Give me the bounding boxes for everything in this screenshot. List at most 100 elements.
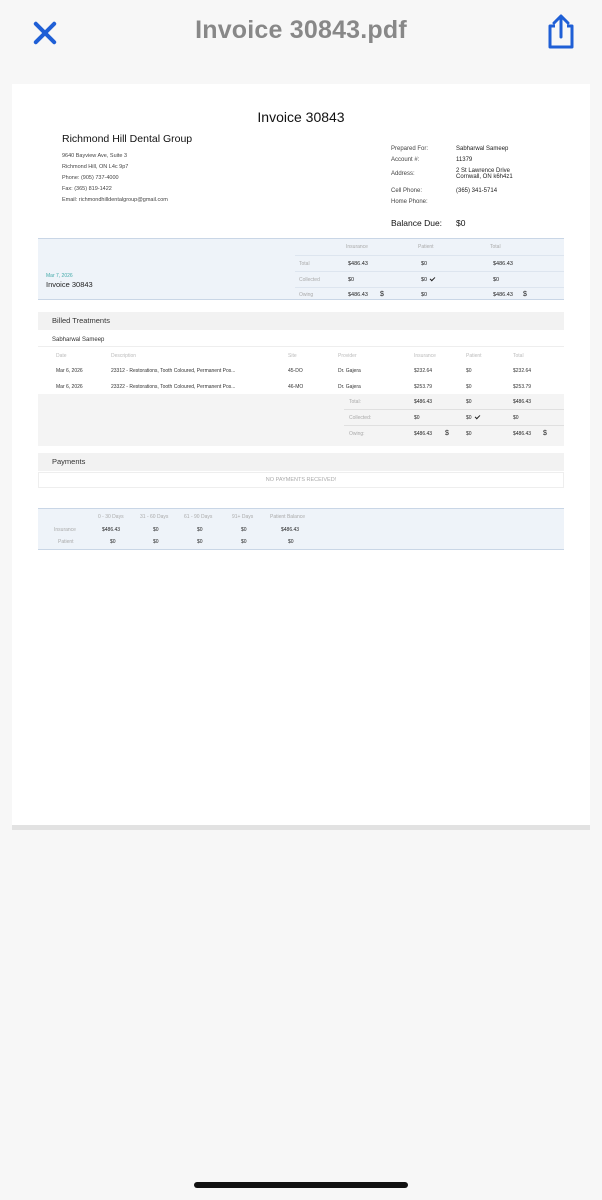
treat-owing-patient: $0	[466, 431, 472, 437]
aging-header-61-90: 61 - 90 Days	[184, 514, 213, 520]
address-line2: Cornwall, ON k6h4z1	[456, 174, 513, 180]
cell-phone-value: (365) 341-5714	[456, 188, 498, 194]
row1-provider: Dr. Gajera	[338, 368, 361, 374]
col-provider: Provider	[338, 353, 357, 359]
prepared-for-value: Sabharwal Sameep	[456, 146, 509, 152]
row1-site: 45-DO	[288, 368, 303, 374]
treat-owing-insurance-dollar: $	[445, 430, 449, 437]
document-title: Invoice 30843.pdf	[195, 16, 407, 44]
col-patient: Patient	[466, 353, 482, 359]
address-value: 2 St Lawrence Drive Cornwall, ON k6h4z1	[456, 168, 566, 180]
aging-patient-61-90: $0	[197, 539, 203, 545]
summary-date: Mar 7, 2026	[46, 273, 73, 279]
aging-summary: 0 - 30 Days 31 - 60 Days 61 - 90 Days 91…	[38, 508, 564, 550]
treat-total-insurance: $486.43	[414, 399, 433, 405]
aging-insurance-31-60: $0	[153, 527, 159, 533]
pdf-page[interactable]: Invoice 30843 Richmond Hill Dental Group…	[12, 84, 590, 830]
summary-collected-total: $0	[493, 277, 500, 283]
balance-due-label: Balance Due:	[391, 218, 443, 228]
balance-due-value: $0	[456, 218, 466, 228]
treat-total-total: $486.43	[513, 399, 532, 405]
summary-header-total: Total	[490, 244, 501, 250]
col-description: Description	[111, 353, 137, 359]
row2-provider: Dr. Gajera	[338, 384, 361, 390]
treat-total-patient: $0	[466, 399, 472, 405]
no-payments-message: NO PAYMENTS RECEIVED!	[38, 472, 564, 488]
company-fax: Fax: (365) 819-1422	[62, 186, 112, 192]
invoice-heading: Invoice 30843	[257, 109, 345, 125]
aging-patient-label: Patient	[58, 539, 74, 545]
treat-owing-label: Owing:	[349, 431, 365, 437]
checkmark-icon	[474, 413, 480, 420]
checkmark-icon	[429, 275, 436, 282]
row2-date: Mar 6, 2026	[56, 384, 83, 390]
aging-insurance-label: Insurance	[54, 527, 76, 533]
summary-total-insurance: $486.43	[348, 261, 368, 267]
summary-owing-patient: $0	[421, 292, 428, 298]
summary-collected-insurance: $0	[348, 277, 355, 283]
summary-collected-patient-value: $0	[421, 277, 428, 283]
row2-site: 46-MO	[288, 384, 304, 390]
invoice-summary: Insurance Patient Total Mar 7, 2026 Invo…	[38, 238, 564, 300]
aging-insurance-91plus: $0	[241, 527, 247, 533]
aging-patient-balance: $0	[288, 539, 294, 545]
row2-total: $253.79	[513, 384, 532, 390]
top-nav-bar: Invoice 30843.pdf	[0, 0, 602, 72]
treatment-totals: Total: $486.43 $0 $486.43 Collected: $0 …	[38, 394, 564, 446]
home-phone-label: Home Phone:	[391, 199, 428, 205]
balance-due: Balance Due: $0	[391, 218, 465, 228]
company-name: Richmond Hill Dental Group	[62, 133, 193, 145]
share-icon[interactable]	[544, 14, 578, 50]
summary-invoice: Invoice 30843	[46, 280, 93, 289]
aging-header-31-60: 31 - 60 Days	[140, 514, 169, 520]
account-label: Account #:	[391, 157, 420, 163]
payments-heading: Payments	[38, 453, 564, 471]
summary-owing-label: Owing	[299, 292, 314, 298]
aging-header-91plus: 91+ Days	[232, 514, 254, 520]
row1-insurance: $232.64	[414, 368, 433, 374]
aging-insurance-0-30: $486.43	[102, 527, 121, 533]
treat-collected-insurance: $0	[414, 415, 420, 421]
treat-collected-total: $0	[513, 415, 519, 421]
prepared-for-label: Prepared For:	[391, 146, 429, 152]
company-email: Email: richmondhilldentalgroup@gmail.com	[62, 197, 168, 203]
account-value: 11379	[456, 157, 473, 163]
home-indicator[interactable]	[194, 1182, 408, 1188]
col-date: Date	[56, 353, 67, 359]
row1-total: $232.64	[513, 368, 532, 374]
treat-owing-total-dollar: $	[543, 430, 547, 437]
summary-total-total: $486.43	[493, 261, 513, 267]
summary-header-patient: Patient	[418, 244, 434, 250]
summary-collected-patient: $0	[421, 275, 436, 283]
treat-collected-patient: $0	[466, 413, 480, 421]
divider	[344, 425, 564, 426]
divider	[344, 409, 564, 410]
treat-collected-patient-value: $0	[466, 415, 472, 421]
aging-insurance-61-90: $0	[197, 527, 203, 533]
patient-name: Sabharwal Sameep	[38, 333, 564, 347]
billed-treatments-heading: Billed Treatments	[38, 312, 564, 330]
summary-owing-total: $486.43	[493, 292, 513, 298]
row1-date: Mar 6, 2026	[56, 368, 83, 374]
row1-patient: $0	[466, 368, 472, 374]
row2-patient: $0	[466, 384, 472, 390]
divider	[295, 255, 564, 256]
summary-total-patient: $0	[421, 261, 428, 267]
aging-patient-31-60: $0	[153, 539, 159, 545]
company-phone: Phone: (905) 737-4000	[62, 175, 119, 181]
aging-patient-91plus: $0	[241, 539, 247, 545]
divider	[295, 271, 564, 272]
row2-description: 23322 - Restorations, Tooth Coloured, Pe…	[111, 384, 236, 390]
divider	[295, 287, 564, 288]
row2-insurance: $253.79	[414, 384, 433, 390]
summary-owing-insurance: $486.43	[348, 292, 368, 298]
col-total: Total	[513, 353, 524, 359]
treat-collected-label: Collected:	[349, 415, 372, 421]
cell-phone-label: Cell Phone:	[391, 188, 423, 194]
aging-header-0-30: 0 - 30 Days	[98, 514, 124, 520]
company-address-line1: 9640 Bayview Ave, Suite 3	[62, 153, 128, 159]
aging-header-patient-balance: Patient Balance	[270, 514, 306, 520]
col-insurance: Insurance	[414, 353, 436, 359]
company-info: Richmond Hill Dental Group 9640 Bayview …	[62, 133, 192, 206]
summary-collected-label: Collected	[299, 277, 320, 283]
